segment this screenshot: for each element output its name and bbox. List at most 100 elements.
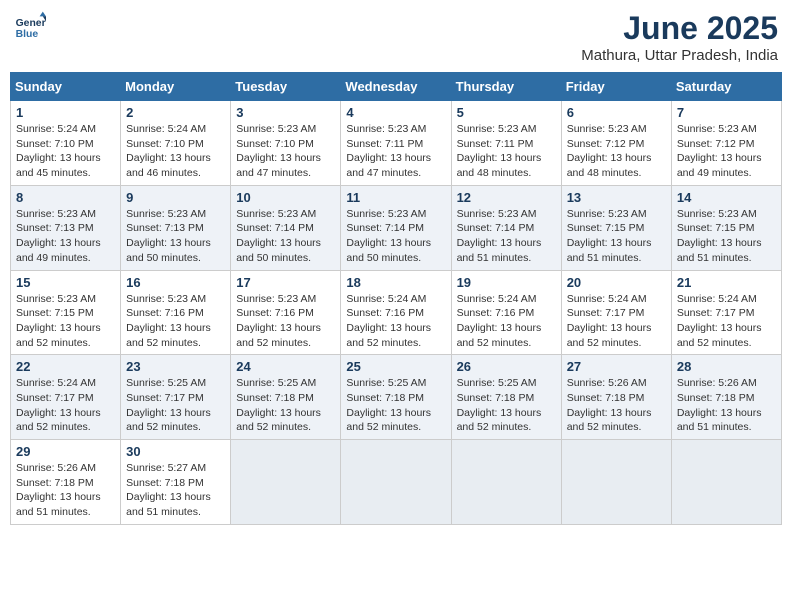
- day-number: 13: [567, 190, 666, 205]
- day-number: 21: [677, 275, 776, 290]
- calendar-table: SundayMondayTuesdayWednesdayThursdayFrid…: [10, 72, 782, 525]
- location-title: Mathura, Uttar Pradesh, India: [581, 47, 778, 64]
- calendar-cell: 4 Sunrise: 5:23 AM Sunset: 7:11 PM Daylig…: [341, 101, 451, 186]
- calendar-cell: 5 Sunrise: 5:23 AM Sunset: 7:11 PM Daylig…: [451, 101, 561, 186]
- day-number: 9: [126, 190, 225, 205]
- day-info: Sunrise: 5:26 AM Sunset: 7:18 PM Dayligh…: [16, 461, 115, 520]
- day-number: 12: [457, 190, 556, 205]
- day-number: 4: [346, 105, 445, 120]
- calendar-cell: 30Sunrise: 5:27 AM Sunset: 7:18 PM Dayli…: [121, 440, 231, 525]
- day-info: Sunrise: 5:24 AM Sunset: 7:17 PM Dayligh…: [677, 292, 776, 351]
- day-info: Sunrise: 5:23 AM Sunset: 7:15 PM Dayligh…: [567, 207, 666, 266]
- calendar-cell: 28 Sunrise: 5:26 AM Sunset: 7:18 PM Dayli…: [671, 355, 781, 440]
- calendar-header-monday: Monday: [121, 73, 231, 101]
- logo-icon: General Blue: [14, 10, 46, 42]
- day-info: Sunrise: 5:23 AM Sunset: 7:13 PM Dayligh…: [126, 207, 225, 266]
- calendar-header-saturday: Saturday: [671, 73, 781, 101]
- calendar-header-tuesday: Tuesday: [231, 73, 341, 101]
- day-number: 17: [236, 275, 335, 290]
- day-number: 30: [126, 444, 225, 459]
- svg-text:Blue: Blue: [16, 29, 39, 40]
- calendar-cell: [451, 440, 561, 525]
- day-info: Sunrise: 5:23 AM Sunset: 7:11 PM Dayligh…: [346, 122, 445, 181]
- calendar-cell: 16 Sunrise: 5:23 AM Sunset: 7:16 PM Dayli…: [121, 270, 231, 355]
- day-info: Sunrise: 5:23 AM Sunset: 7:14 PM Dayligh…: [346, 207, 445, 266]
- calendar-week-row-3: 15Sunrise: 5:23 AM Sunset: 7:15 PM Dayli…: [11, 270, 782, 355]
- calendar-cell: 3Sunrise: 5:23 AM Sunset: 7:10 PM Daylig…: [231, 101, 341, 186]
- day-number: 16: [126, 275, 225, 290]
- day-info: Sunrise: 5:24 AM Sunset: 7:10 PM Dayligh…: [126, 122, 225, 181]
- day-number: 19: [457, 275, 556, 290]
- calendar-header-wednesday: Wednesday: [341, 73, 451, 101]
- calendar-cell: 15Sunrise: 5:23 AM Sunset: 7:15 PM Dayli…: [11, 270, 121, 355]
- calendar-cell: 8 Sunrise: 5:23 AM Sunset: 7:13 PM Daylig…: [11, 185, 121, 270]
- day-number: 28: [677, 359, 776, 374]
- calendar-week-row-5: 29 Sunrise: 5:26 AM Sunset: 7:18 PM Dayli…: [11, 440, 782, 525]
- day-number: 5: [457, 105, 556, 120]
- calendar-cell: 7 Sunrise: 5:23 AM Sunset: 7:12 PM Daylig…: [671, 101, 781, 186]
- day-info: Sunrise: 5:23 AM Sunset: 7:16 PM Dayligh…: [236, 292, 335, 351]
- calendar-header-row: SundayMondayTuesdayWednesdayThursdayFrid…: [11, 73, 782, 101]
- day-number: 27: [567, 359, 666, 374]
- calendar-cell: 23Sunrise: 5:25 AM Sunset: 7:17 PM Dayli…: [121, 355, 231, 440]
- day-number: 8: [16, 190, 115, 205]
- day-number: 2: [126, 105, 225, 120]
- day-number: 18: [346, 275, 445, 290]
- calendar-cell: [231, 440, 341, 525]
- calendar-cell: 18 Sunrise: 5:24 AM Sunset: 7:16 PM Dayli…: [341, 270, 451, 355]
- day-number: 6: [567, 105, 666, 120]
- title-area: June 2025 Mathura, Uttar Pradesh, India: [581, 10, 778, 64]
- day-info: Sunrise: 5:23 AM Sunset: 7:13 PM Dayligh…: [16, 207, 115, 266]
- day-number: 14: [677, 190, 776, 205]
- day-info: Sunrise: 5:24 AM Sunset: 7:17 PM Dayligh…: [567, 292, 666, 351]
- calendar-week-row-4: 22 Sunrise: 5:24 AM Sunset: 7:17 PM Dayli…: [11, 355, 782, 440]
- calendar-week-row-1: 1 Sunrise: 5:24 AM Sunset: 7:10 PM Daylig…: [11, 101, 782, 186]
- day-info: Sunrise: 5:23 AM Sunset: 7:14 PM Dayligh…: [236, 207, 335, 266]
- day-info: Sunrise: 5:26 AM Sunset: 7:18 PM Dayligh…: [677, 376, 776, 435]
- day-number: 25: [346, 359, 445, 374]
- day-number: 20: [567, 275, 666, 290]
- day-number: 29: [16, 444, 115, 459]
- calendar-cell: [561, 440, 671, 525]
- calendar-header-sunday: Sunday: [11, 73, 121, 101]
- calendar-header-friday: Friday: [561, 73, 671, 101]
- day-info: Sunrise: 5:25 AM Sunset: 7:18 PM Dayligh…: [457, 376, 556, 435]
- calendar-cell: 6 Sunrise: 5:23 AM Sunset: 7:12 PM Daylig…: [561, 101, 671, 186]
- day-info: Sunrise: 5:25 AM Sunset: 7:18 PM Dayligh…: [236, 376, 335, 435]
- calendar-cell: 12 Sunrise: 5:23 AM Sunset: 7:14 PM Dayli…: [451, 185, 561, 270]
- day-number: 1: [16, 105, 115, 120]
- page-header: General Blue June 2025 Mathura, Uttar Pr…: [10, 10, 782, 64]
- day-info: Sunrise: 5:23 AM Sunset: 7:11 PM Dayligh…: [457, 122, 556, 181]
- calendar-cell: 29 Sunrise: 5:26 AM Sunset: 7:18 PM Dayli…: [11, 440, 121, 525]
- calendar-week-row-2: 8 Sunrise: 5:23 AM Sunset: 7:13 PM Daylig…: [11, 185, 782, 270]
- day-number: 10: [236, 190, 335, 205]
- calendar-cell: 25 Sunrise: 5:25 AM Sunset: 7:18 PM Dayli…: [341, 355, 451, 440]
- calendar-cell: 2 Sunrise: 5:24 AM Sunset: 7:10 PM Daylig…: [121, 101, 231, 186]
- day-info: Sunrise: 5:23 AM Sunset: 7:15 PM Dayligh…: [677, 207, 776, 266]
- calendar-cell: 27 Sunrise: 5:26 AM Sunset: 7:18 PM Dayli…: [561, 355, 671, 440]
- calendar-cell: 14 Sunrise: 5:23 AM Sunset: 7:15 PM Dayli…: [671, 185, 781, 270]
- month-title: June 2025: [581, 10, 778, 47]
- calendar-cell: 22 Sunrise: 5:24 AM Sunset: 7:17 PM Dayli…: [11, 355, 121, 440]
- day-info: Sunrise: 5:25 AM Sunset: 7:18 PM Dayligh…: [346, 376, 445, 435]
- day-number: 23: [126, 359, 225, 374]
- day-info: Sunrise: 5:24 AM Sunset: 7:16 PM Dayligh…: [346, 292, 445, 351]
- day-info: Sunrise: 5:23 AM Sunset: 7:12 PM Dayligh…: [567, 122, 666, 181]
- day-info: Sunrise: 5:23 AM Sunset: 7:14 PM Dayligh…: [457, 207, 556, 266]
- day-info: Sunrise: 5:24 AM Sunset: 7:17 PM Dayligh…: [16, 376, 115, 435]
- calendar-cell: [671, 440, 781, 525]
- day-number: 11: [346, 190, 445, 205]
- day-info: Sunrise: 5:24 AM Sunset: 7:10 PM Dayligh…: [16, 122, 115, 181]
- calendar-cell: 9 Sunrise: 5:23 AM Sunset: 7:13 PM Daylig…: [121, 185, 231, 270]
- day-info: Sunrise: 5:23 AM Sunset: 7:12 PM Dayligh…: [677, 122, 776, 181]
- calendar-cell: 24Sunrise: 5:25 AM Sunset: 7:18 PM Dayli…: [231, 355, 341, 440]
- day-info: Sunrise: 5:23 AM Sunset: 7:10 PM Dayligh…: [236, 122, 335, 181]
- day-info: Sunrise: 5:24 AM Sunset: 7:16 PM Dayligh…: [457, 292, 556, 351]
- day-number: 22: [16, 359, 115, 374]
- day-info: Sunrise: 5:23 AM Sunset: 7:16 PM Dayligh…: [126, 292, 225, 351]
- calendar-cell: 10 Sunrise: 5:23 AM Sunset: 7:14 PM Dayli…: [231, 185, 341, 270]
- day-info: Sunrise: 5:26 AM Sunset: 7:18 PM Dayligh…: [567, 376, 666, 435]
- calendar-cell: 1 Sunrise: 5:24 AM Sunset: 7:10 PM Daylig…: [11, 101, 121, 186]
- day-number: 7: [677, 105, 776, 120]
- calendar-header-thursday: Thursday: [451, 73, 561, 101]
